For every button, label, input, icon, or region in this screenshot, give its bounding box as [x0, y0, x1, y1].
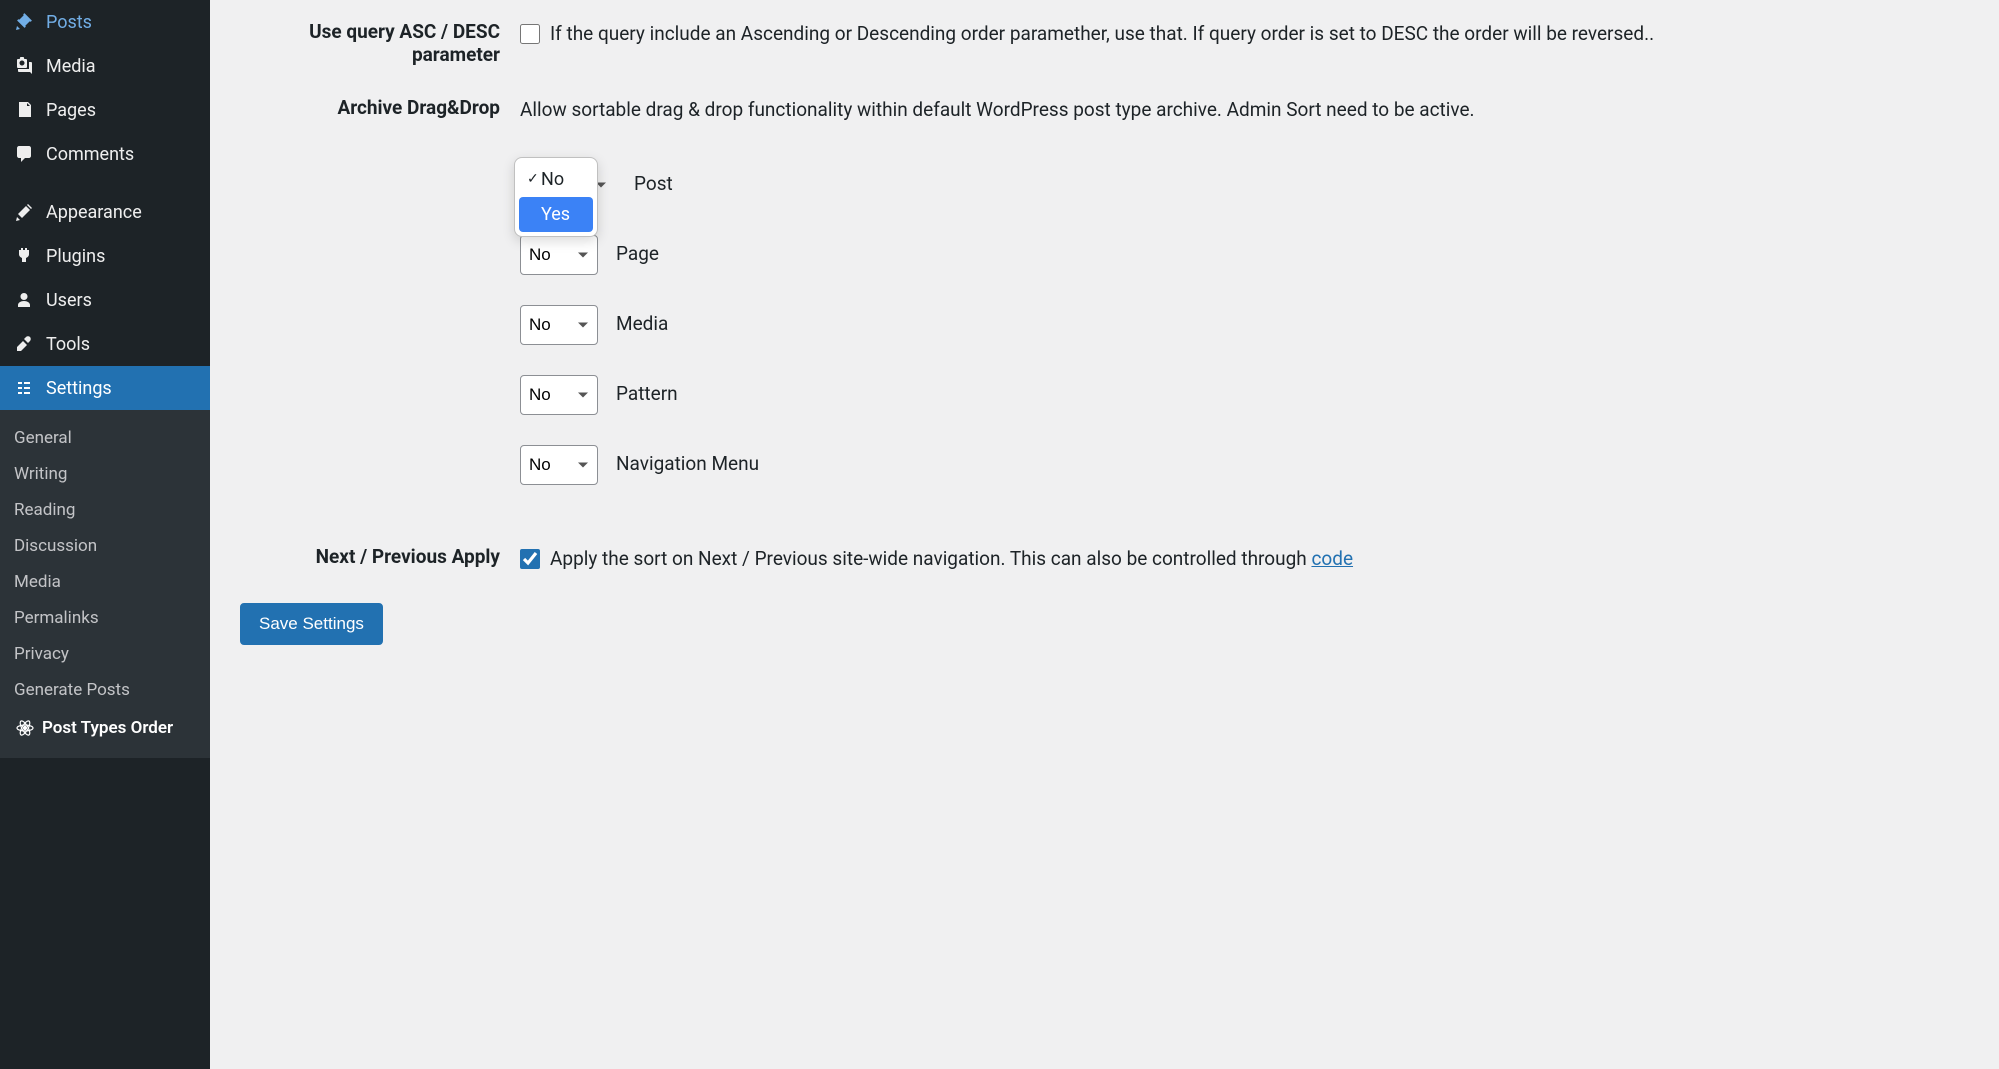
user-icon	[12, 288, 36, 312]
label-archive-drag-drop: Archive Drag&Drop	[240, 96, 520, 119]
submenu-label: Post Types Order	[42, 718, 173, 738]
field-archive-drag-drop: Allow sortable drag & drop functionality…	[520, 96, 1969, 515]
submenu-privacy[interactable]: Privacy	[0, 636, 210, 672]
sidebar-label: Appearance	[46, 202, 142, 223]
admin-sidebar: Posts Media Pages Comments Appearance Pl…	[0, 0, 210, 1069]
sidebar-item-media[interactable]: Media	[0, 44, 210, 88]
settings-content: Use query ASC / DESC parameter If the qu…	[210, 0, 1999, 1069]
dropdown-option-no[interactable]: ✓ No	[519, 162, 593, 197]
select-media[interactable]: No	[520, 305, 598, 345]
wrench-icon	[12, 332, 36, 356]
plugin-icon	[12, 244, 36, 268]
select-navigation-menu[interactable]: No	[520, 445, 598, 485]
submenu-media[interactable]: Media	[0, 564, 210, 600]
select-pattern[interactable]: No	[520, 375, 598, 415]
submenu-reading[interactable]: Reading	[0, 492, 210, 528]
post-type-label-post: Post	[634, 170, 673, 199]
sidebar-label: Posts	[46, 12, 92, 33]
checkbox-query-asc-desc[interactable]	[520, 24, 540, 44]
field-next-previous: Apply the sort on Next / Previous site-w…	[520, 545, 1969, 574]
sidebar-label: Media	[46, 56, 96, 77]
row-archive-drag-drop: Archive Drag&Drop Allow sortable drag & …	[240, 96, 1969, 515]
brush-icon	[12, 200, 36, 224]
select-page[interactable]: No	[520, 235, 598, 275]
desc-archive-drag-drop: Allow sortable drag & drop functionality…	[520, 96, 1969, 125]
settings-submenu: General Writing Reading Discussion Media…	[0, 410, 210, 758]
submenu-permalinks[interactable]: Permalinks	[0, 600, 210, 636]
select-post-dropdown: ✓ No Yes	[514, 157, 598, 237]
atom-icon	[14, 716, 36, 740]
archive-row-pattern: No Pattern	[520, 375, 1969, 415]
archive-row-post: No ✓ No Yes Pos	[520, 165, 1969, 205]
desc-next-previous: Apply the sort on Next / Previous site-w…	[550, 545, 1353, 574]
media-icon	[12, 54, 36, 78]
sidebar-item-plugins[interactable]: Plugins	[0, 234, 210, 278]
submenu-post-types-order[interactable]: Post Types Order	[0, 708, 210, 748]
post-type-label-navigation-menu: Navigation Menu	[616, 450, 759, 479]
sidebar-item-pages[interactable]: Pages	[0, 88, 210, 132]
submenu-discussion[interactable]: Discussion	[0, 528, 210, 564]
submenu-general[interactable]: General	[0, 420, 210, 456]
dropdown-option-yes[interactable]: Yes	[519, 197, 593, 232]
field-query-asc-desc: If the query include an Ascending or Des…	[520, 20, 1969, 49]
settings-icon	[12, 376, 36, 400]
archive-row-media: No Media	[520, 305, 1969, 345]
sidebar-item-settings[interactable]: Settings	[0, 366, 210, 410]
sidebar-label: Pages	[46, 100, 96, 121]
sidebar-item-comments[interactable]: Comments	[0, 132, 210, 176]
sidebar-item-users[interactable]: Users	[0, 278, 210, 322]
checkbox-next-previous[interactable]	[520, 549, 540, 569]
code-link[interactable]: code	[1311, 547, 1353, 570]
sidebar-label: Tools	[46, 334, 90, 355]
page-icon	[12, 98, 36, 122]
sidebar-label: Users	[46, 290, 92, 311]
sidebar-item-appearance[interactable]: Appearance	[0, 190, 210, 234]
save-settings-button[interactable]: Save Settings	[240, 603, 383, 645]
post-type-label-pattern: Pattern	[616, 380, 678, 409]
sidebar-item-tools[interactable]: Tools	[0, 322, 210, 366]
label-next-previous: Next / Previous Apply	[240, 545, 520, 568]
row-query-asc-desc: Use query ASC / DESC parameter If the qu…	[240, 20, 1969, 66]
sidebar-label: Settings	[46, 378, 112, 399]
desc-query-asc-desc: If the query include an Ascending or Des…	[550, 20, 1654, 49]
archive-row-page: No Page	[520, 235, 1969, 275]
submenu-generate-posts[interactable]: Generate Posts	[0, 672, 210, 708]
comment-icon	[12, 142, 36, 166]
label-query-asc-desc: Use query ASC / DESC parameter	[240, 20, 520, 66]
sidebar-item-posts[interactable]: Posts	[0, 0, 210, 44]
post-type-label-page: Page	[616, 240, 659, 269]
pin-icon	[12, 10, 36, 34]
menu-separator	[0, 176, 210, 190]
settings-form: Use query ASC / DESC parameter If the qu…	[240, 20, 1969, 645]
submenu-writing[interactable]: Writing	[0, 456, 210, 492]
check-icon: ✓	[527, 169, 541, 190]
archive-row-navigation-menu: No Navigation Menu	[520, 445, 1969, 485]
sidebar-label: Plugins	[46, 246, 105, 267]
post-type-label-media: Media	[616, 310, 668, 339]
row-next-previous-apply: Next / Previous Apply Apply the sort on …	[240, 545, 1969, 574]
sidebar-label: Comments	[46, 144, 134, 165]
